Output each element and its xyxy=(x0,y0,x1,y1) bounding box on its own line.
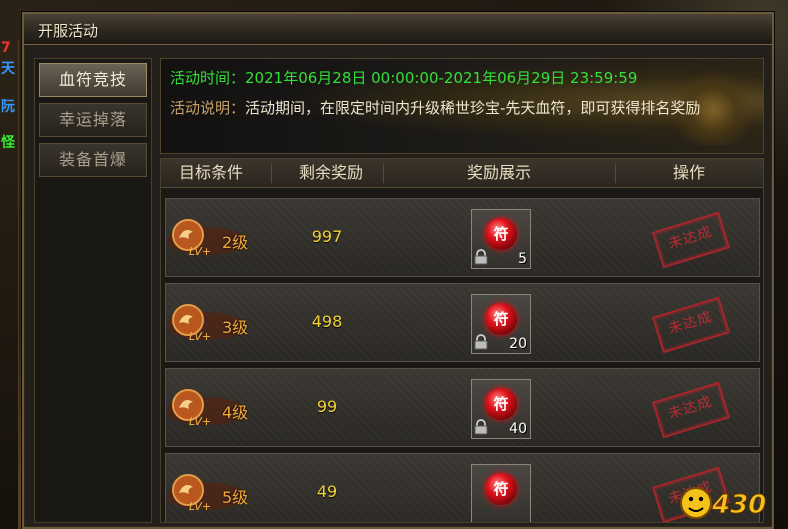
reward-quantity: 20 xyxy=(509,336,527,352)
lock-icon xyxy=(474,334,488,350)
sidebar-item-lucky-drop[interactable]: 幸运掉落 xyxy=(39,103,147,137)
table-row: LV+ 3级 498 符 20 未达成 xyxy=(165,283,760,362)
sidebar-item-blood-rune[interactable]: 血符竞技 xyxy=(39,63,147,97)
remaining-count: 997 xyxy=(311,227,343,246)
reward-quantity: 40 xyxy=(509,421,527,437)
blood-rune-orb-icon: 符 xyxy=(485,303,517,335)
header-target-condition: 目标条件 xyxy=(178,163,243,182)
event-desc-line: 活动说明：活动期间，在限定时间内升级稀世珍宝-先天血符，即可获得排名奖励 xyxy=(170,96,750,120)
event-time-value: 2021年06月28日 00:00:00-2021年06月29日 23:59:5… xyxy=(245,69,638,87)
sidebar-item-first-drop[interactable]: 装备首爆 xyxy=(39,143,147,177)
header-operation: 操作 xyxy=(672,163,705,182)
watermark-text: 430 xyxy=(711,490,766,520)
reward-item-slot[interactable]: 符 xyxy=(471,464,531,522)
header-reward-display: 奖励展示 xyxy=(466,163,531,182)
window-titlebar[interactable]: 开服活动 xyxy=(24,14,772,45)
window-title: 开服活动 xyxy=(38,22,99,40)
event-time-label: 活动时间： xyxy=(170,69,246,87)
remaining-count: 49 xyxy=(316,482,338,501)
reward-quantity: 5 xyxy=(518,251,527,267)
event-desc-label: 活动说明： xyxy=(170,99,246,117)
lock-icon xyxy=(474,419,488,435)
table-row: LV+ 2级 997 符 5 未达成 xyxy=(165,198,760,277)
reward-item-slot[interactable]: 符 5 xyxy=(471,209,531,269)
level-badge-text: LV+ xyxy=(189,500,211,513)
table-row: LV+ 4级 99 符 40 未达成 xyxy=(165,368,760,447)
level-requirement: 2级 xyxy=(222,233,249,252)
blood-rune-orb-icon: 符 xyxy=(485,388,517,420)
level-requirement: 3级 xyxy=(222,318,249,337)
lock-icon xyxy=(474,249,488,265)
remaining-count: 99 xyxy=(316,397,338,416)
event-desc-value: 活动期间，在限定时间内升级稀世珍宝-先天血符，即可获得排名奖励 xyxy=(245,99,701,117)
level-badge-text: LV+ xyxy=(189,415,211,428)
status-stamp: 未达成 xyxy=(651,296,731,354)
level-badge-text: LV+ xyxy=(189,330,211,343)
blood-rune-orb-icon: 符 xyxy=(485,473,517,505)
reward-item-slot[interactable]: 符 20 xyxy=(471,294,531,354)
header-remaining: 剩余奖励 xyxy=(298,163,363,182)
blood-rune-orb-icon: 符 xyxy=(485,218,517,250)
reward-item-slot[interactable]: 符 40 xyxy=(471,379,531,439)
opening-event-window: 开服活动 血符竞技 幸运掉落 装备首爆 活动时间：2021年06月28日 00:… xyxy=(22,12,774,529)
scene-glyph: 怪 xyxy=(1,135,15,151)
event-time-line: 活动时间：2021年06月28日 00:00:00-2021年06月29日 23… xyxy=(170,67,637,88)
level-requirement: 5级 xyxy=(222,488,249,507)
remaining-count: 498 xyxy=(311,312,343,331)
event-sidebar: 血符竞技 幸运掉落 装备首爆 xyxy=(34,58,152,523)
table-row: LV+ 5级 49 符 未达成 xyxy=(165,453,760,522)
table-header: 目标条件 剩余奖励 奖励展示 操作 xyxy=(161,159,763,188)
scene-glyph: 天 xyxy=(1,61,15,77)
level-requirement: 4级 xyxy=(222,403,249,422)
event-info-banner: 活动时间：2021年06月28日 00:00:00-2021年06月29日 23… xyxy=(160,58,764,154)
site-watermark-logo: 430 xyxy=(680,487,767,521)
reward-table: 目标条件 剩余奖励 奖励展示 操作 LV+ 2级 997 符 5 未达成 LV+… xyxy=(160,158,764,523)
level-badge-text: LV+ xyxy=(189,245,211,258)
status-stamp: 未达成 xyxy=(651,381,731,439)
status-stamp: 未达成 xyxy=(651,211,731,269)
scene-glyph: 阮 xyxy=(1,99,15,115)
scene-glyph: 7 xyxy=(1,40,11,56)
scene-left-edge: 7 天 阮 怪 xyxy=(0,40,19,529)
